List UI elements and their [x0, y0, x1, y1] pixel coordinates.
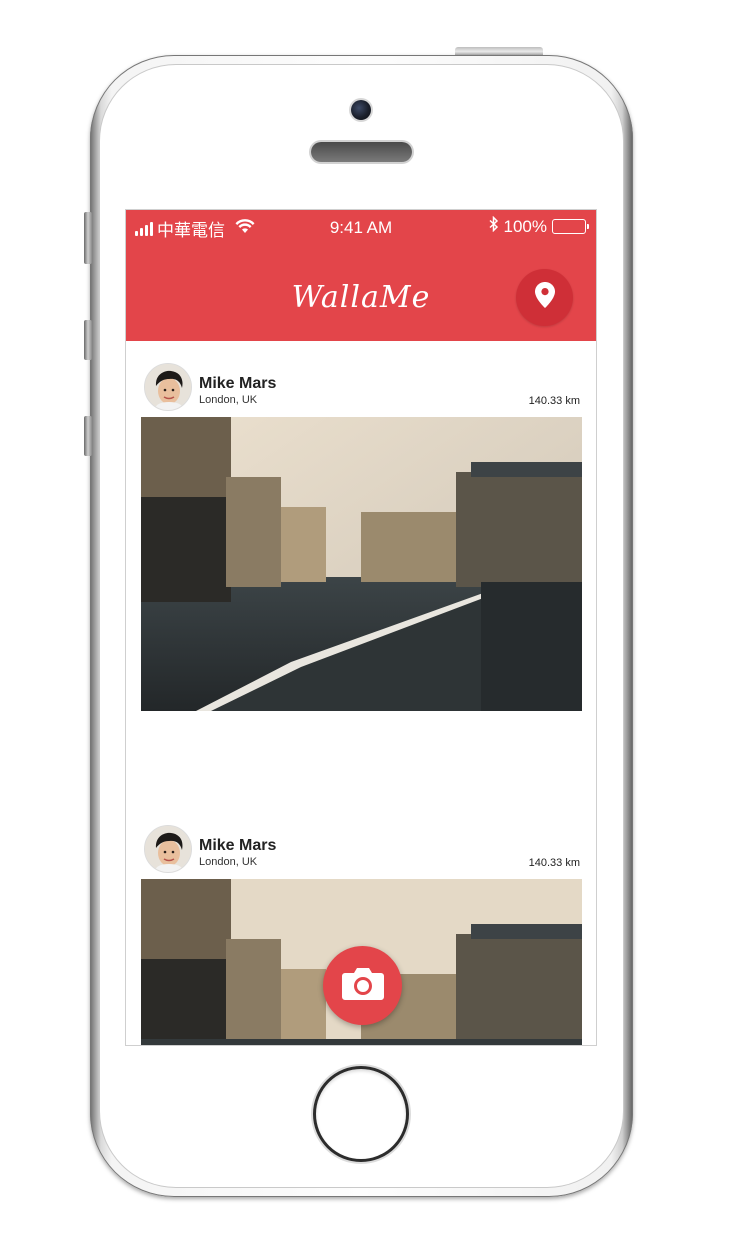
map-button[interactable] [516, 269, 573, 326]
author-name[interactable]: Mike Mars [199, 375, 276, 393]
home-button[interactable] [313, 1066, 409, 1162]
avatar[interactable] [144, 363, 192, 411]
status-right: 100% [489, 215, 589, 237]
app-screen: 中華電信 9:41 AM 100% WallaMe Mike Mars Lond… [125, 209, 597, 1046]
location-pin-icon [534, 282, 555, 313]
status-bar: 中華電信 9:41 AM 100% [126, 210, 596, 244]
feed-post[interactable]: Mike Mars London, UK 140.33 km [126, 341, 596, 721]
author-location: London, UK [199, 394, 258, 406]
volume-up-button[interactable] [84, 320, 92, 360]
post-photo[interactable] [141, 417, 582, 711]
author-location: London, UK [199, 856, 258, 868]
app-bar: WallaMe [126, 244, 596, 341]
camera-fab[interactable] [323, 946, 402, 1025]
volume-down-button[interactable] [84, 416, 92, 456]
camera-icon [341, 965, 385, 1006]
battery-percent: 100% [503, 216, 547, 236]
earpiece-speaker [311, 142, 412, 162]
front-camera [351, 100, 371, 120]
author-name[interactable]: Mike Mars [199, 837, 276, 855]
post-distance: 140.33 km [528, 857, 580, 869]
mute-switch[interactable] [84, 212, 92, 264]
post-distance: 140.33 km [528, 395, 580, 407]
bluetooth-icon [489, 215, 499, 237]
battery-icon [552, 219, 589, 234]
avatar[interactable] [144, 825, 192, 873]
